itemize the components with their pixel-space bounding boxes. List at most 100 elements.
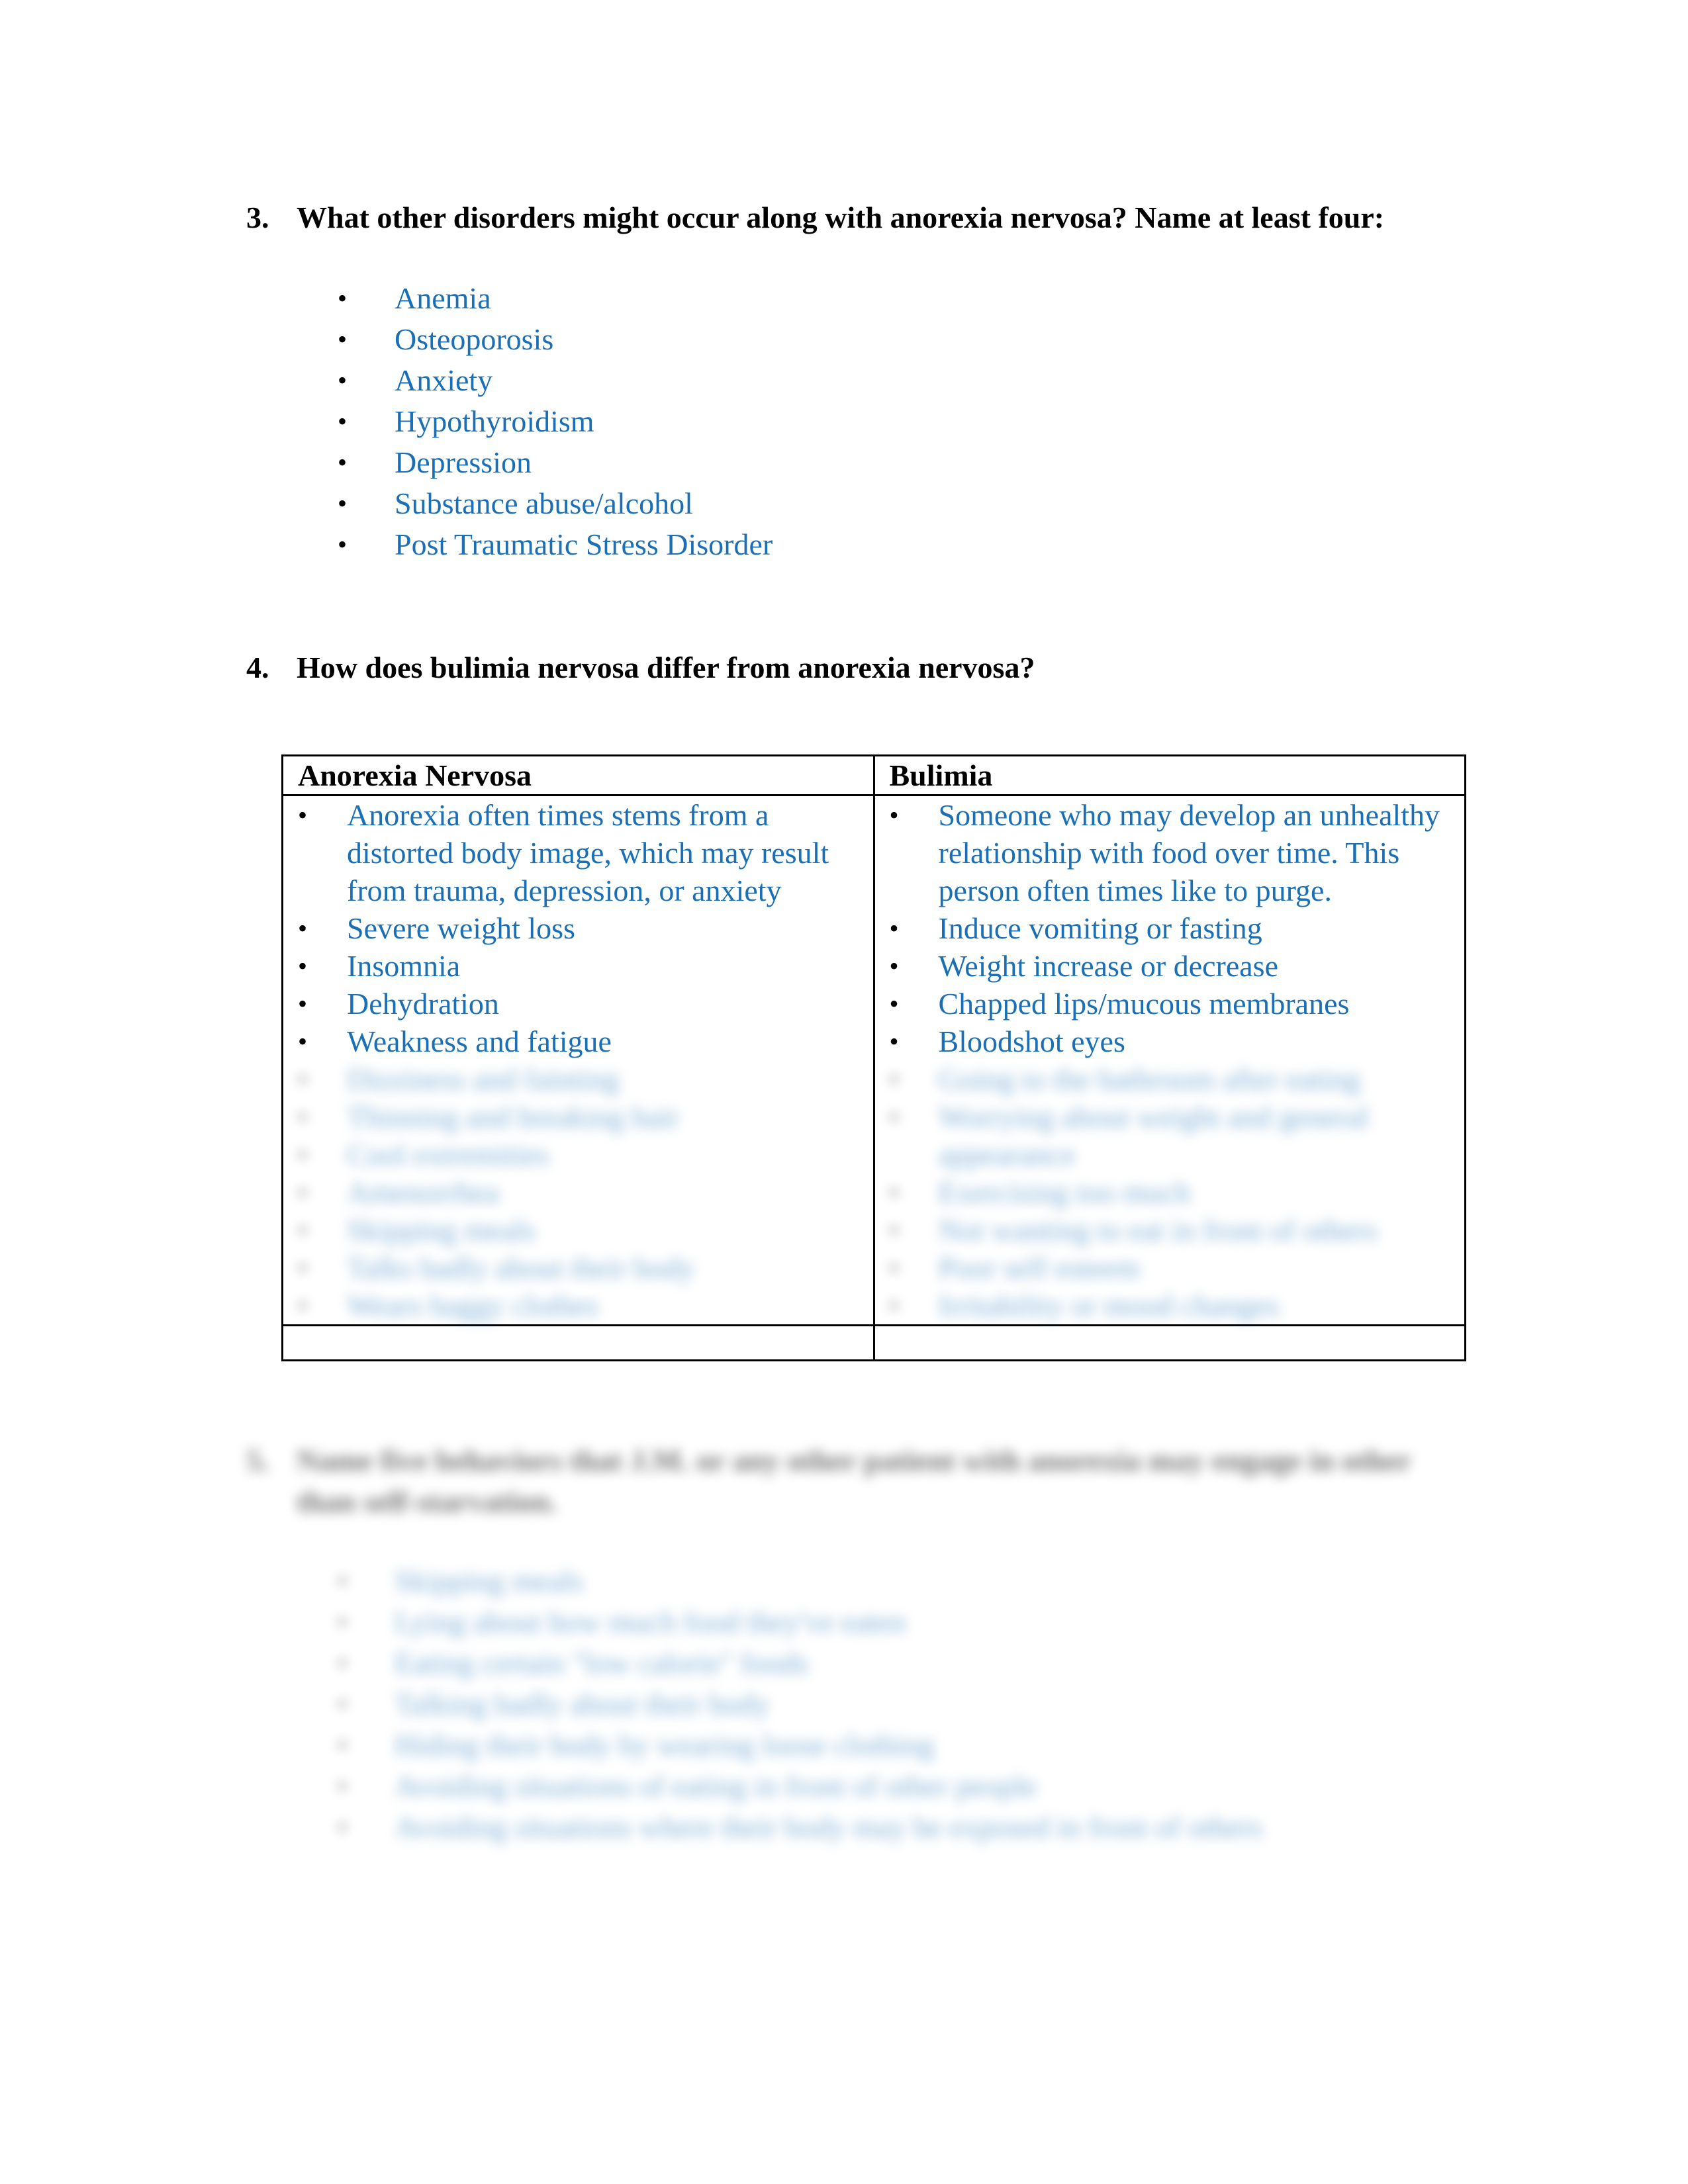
bulimia-list: • Someone who may develop an unhealthy re… — [890, 796, 1450, 1060]
question-text: Name five behaviors that J.M. or any oth… — [297, 1443, 1411, 1518]
table-header-row: Anorexia Nervosa Bulimia — [281, 754, 1466, 796]
bullet-icon: • — [338, 1566, 348, 1596]
list-item: • Talking badly about their body — [338, 1684, 1262, 1725]
list-item: • Lying about how much food they've eaten — [338, 1602, 1262, 1643]
list-item: • Poor self esteem — [890, 1249, 1450, 1287]
anorexia-cell: • Anorexia often times stems from a disto… — [281, 794, 875, 1326]
list-item: • Skipping meals — [338, 1561, 1262, 1602]
list-item: • Severe weight loss — [298, 909, 859, 947]
bullet-icon: • — [889, 1177, 899, 1207]
answer-text: Insomnia — [347, 949, 461, 983]
bullet-icon: • — [338, 283, 348, 313]
answer-text: Bloodshot eyes — [938, 1024, 1125, 1058]
question-number: 5. — [246, 1443, 269, 1477]
question-5-answer-list-blurred: • Skipping meals • Lying about how much foo… — [338, 1561, 1262, 1848]
header-anorexia: Anorexia Nervosa — [281, 754, 875, 796]
question-number: 3. — [246, 201, 269, 234]
list-item: • Substance abuse/alcohol — [338, 483, 773, 524]
bullet-icon: • — [338, 1812, 348, 1842]
list-item: • Weakness and fatigue — [298, 1023, 859, 1060]
list-item: • Depression — [338, 442, 773, 483]
bullet-icon: • — [298, 1291, 308, 1320]
list-item: • Exercising too much — [890, 1173, 1450, 1211]
bullet-icon: • — [338, 324, 348, 354]
bullet-icon: • — [889, 1026, 899, 1056]
list-item: • Skipping meals — [298, 1211, 859, 1249]
list-item: • Anemia — [338, 278, 773, 319]
answer-text: Exercising too much — [938, 1175, 1191, 1209]
question-4-heading: 4. How does bulimia nervosa differ from a… — [246, 647, 1035, 688]
bullet-icon: • — [889, 951, 899, 981]
list-item: • Amenorrhea — [298, 1173, 859, 1211]
list-item: • Anxiety — [338, 360, 773, 401]
list-item: • Post Traumatic Stress Disorder — [338, 524, 773, 565]
list-item: • Irritability or mood changes — [890, 1287, 1450, 1324]
bullet-icon: • — [338, 447, 348, 477]
bullet-icon: • — [298, 1026, 308, 1056]
list-item: • Avoiding situations where their body ma… — [338, 1807, 1262, 1848]
list-item: • Induce vomiting or fasting — [890, 909, 1450, 947]
bullet-icon: • — [298, 1102, 308, 1132]
answer-text: Avoiding situations where their body may… — [395, 1810, 1263, 1844]
answer-text: Lying about how much food they've eaten — [395, 1605, 906, 1639]
answer-text: Skipping meals — [347, 1213, 536, 1247]
answer-text: Worrying about weight and general appear… — [938, 1100, 1369, 1171]
answer-text: Chapped lips/mucous membranes — [938, 987, 1350, 1021]
list-item: • Insomnia — [298, 947, 859, 985]
list-item: • Not wanting to eat in front of others — [890, 1211, 1450, 1249]
list-item: • Thinning and breaking hair — [298, 1098, 859, 1136]
answer-text: Depression — [395, 445, 532, 479]
answer-text: Dehydration — [347, 987, 499, 1021]
bullet-icon: • — [889, 1291, 899, 1320]
answer-text: Talks badly about their body — [347, 1251, 695, 1285]
bullet-icon: • — [338, 529, 348, 559]
list-item: • Avoiding situations of eating in front … — [338, 1766, 1262, 1807]
question-text: How does bulimia nervosa differ from ano… — [297, 651, 1035, 684]
answer-text: Osteoporosis — [395, 322, 554, 356]
empty-cell — [872, 1324, 1466, 1361]
answer-text: Eating certain "low calorie" foods — [395, 1646, 809, 1680]
bullet-icon: • — [889, 1064, 899, 1094]
bulimia-cell: • Someone who may develop an unhealthy re… — [872, 794, 1466, 1326]
list-item: • Worrying about weight and general appea… — [890, 1098, 1450, 1173]
list-item: • Anorexia often times stems from a disto… — [298, 796, 859, 909]
empty-cell — [281, 1324, 875, 1361]
answer-text: Not wanting to eat in front of others — [938, 1213, 1378, 1247]
bullet-icon: • — [298, 989, 308, 1019]
answer-text: Someone who may develop an unhealthy rel… — [938, 798, 1440, 907]
table-row: • Anorexia often times stems from a disto… — [281, 794, 1466, 1326]
answer-text: Substance abuse/alcohol — [395, 486, 693, 520]
answer-text: Thinning and breaking hair — [347, 1100, 680, 1134]
bullet-icon: • — [338, 1648, 348, 1678]
anorexia-list-blurred: • Dizziness and fainting • Thinning and bre… — [298, 1060, 859, 1324]
header-bulimia: Bulimia — [872, 754, 1466, 796]
list-item: • Dehydration — [298, 985, 859, 1023]
question-3-heading: 3. What other disorders might occur along… — [246, 197, 1384, 238]
answer-text: Weakness and fatigue — [347, 1024, 612, 1058]
bullet-icon: • — [338, 1730, 348, 1760]
list-item: • Talks badly about their body — [298, 1249, 859, 1287]
answer-text: Avoiding situations of eating in front o… — [395, 1769, 1037, 1803]
answer-text: Amenorrhea — [347, 1175, 499, 1209]
list-item: • Wears baggy clothes — [298, 1287, 859, 1324]
answer-text: Cool extremities — [347, 1138, 549, 1171]
question-number: 4. — [246, 651, 269, 684]
bullet-icon: • — [889, 913, 899, 943]
document-page: 3. What other disorders might occur along… — [0, 0, 1688, 2184]
answer-text: Induce vomiting or fasting — [938, 911, 1262, 945]
answer-text: Dizziness and fainting — [347, 1062, 620, 1096]
question-5-heading-blurred: 5. Name five behaviors that J.M. or any o… — [246, 1440, 1438, 1522]
answer-text: Anorexia often times stems from a distor… — [347, 798, 829, 907]
answer-text: Going to the bathroom after eating — [938, 1062, 1360, 1096]
bullet-icon: • — [889, 1253, 899, 1283]
bullet-icon: • — [338, 1607, 348, 1637]
bullet-icon: • — [298, 1215, 308, 1245]
list-item: • Hiding their body by wearing loose clot… — [338, 1725, 1262, 1766]
list-item: • Someone who may develop an unhealthy re… — [890, 796, 1450, 909]
list-item: • Cool extremities — [298, 1136, 859, 1173]
question-text: What other disorders might occur along w… — [297, 201, 1385, 234]
answer-text: Hiding their body by wearing loose cloth… — [395, 1728, 935, 1762]
list-item: • Weight increase or decrease — [890, 947, 1450, 985]
list-item: • Bloodshot eyes — [890, 1023, 1450, 1060]
bullet-icon: • — [338, 406, 348, 436]
